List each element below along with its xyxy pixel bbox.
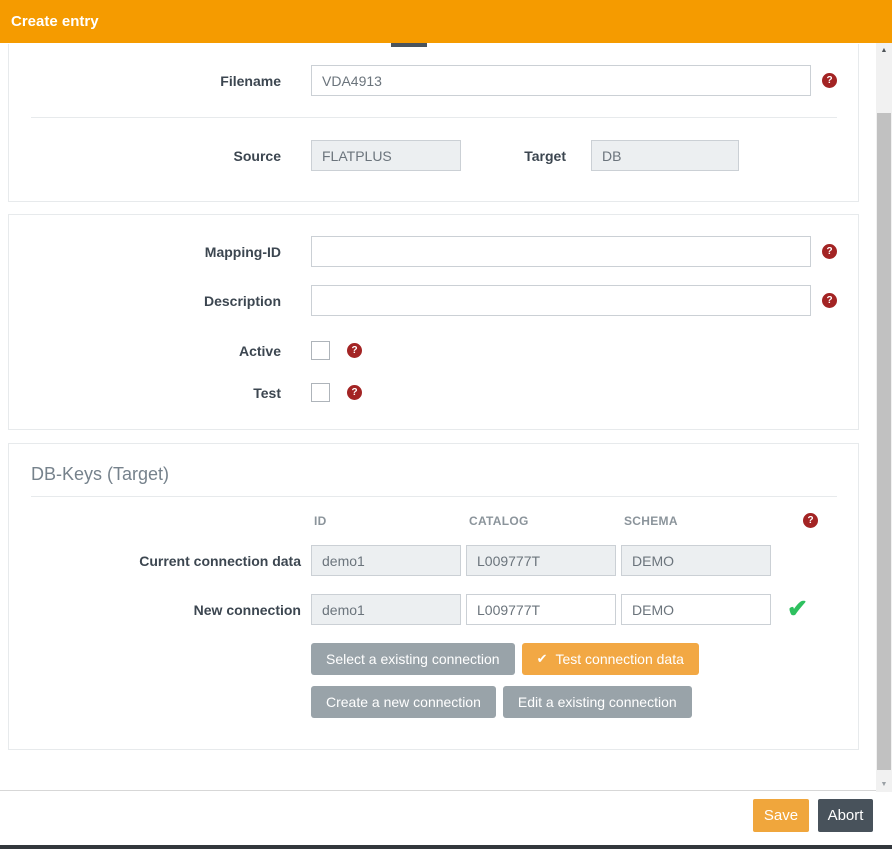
- select-existing-connection-button[interactable]: Select a existing connection: [311, 643, 515, 675]
- help-icon[interactable]: ?: [347, 385, 362, 400]
- vertical-scrollbar[interactable]: ▲ ▼: [876, 43, 892, 792]
- dialog-title: Create entry: [11, 13, 99, 30]
- active-tab-indicator: [391, 43, 427, 47]
- new-connection-label: New connection: [9, 602, 301, 618]
- save-button[interactable]: Save: [753, 799, 809, 832]
- footer-bar: Save Abort: [0, 791, 892, 845]
- form-content: Filename ? Source Target Mapping-ID ? De…: [0, 43, 876, 792]
- filename-label: Filename: [9, 73, 281, 89]
- test-checkbox[interactable]: [311, 383, 330, 402]
- scrollbar-thumb[interactable]: [877, 113, 891, 770]
- mapping-id-label: Mapping-ID: [9, 244, 281, 260]
- column-header-schema: SCHEMA: [621, 514, 776, 528]
- description-label: Description: [9, 293, 281, 309]
- test-connection-label: Test connection data: [555, 651, 683, 667]
- column-header-id: ID: [311, 514, 466, 528]
- new-id-input: [311, 594, 461, 625]
- help-icon[interactable]: ?: [822, 293, 837, 308]
- source-target-row: Source Target: [9, 140, 858, 171]
- test-label: Test: [9, 385, 281, 401]
- description-row: Description ?: [9, 285, 858, 316]
- test-row: Test ?: [9, 383, 858, 402]
- db-keys-panel: DB-Keys (Target) ID CATALOG SCHEMA ? Cur…: [8, 443, 859, 750]
- scroll-down-icon[interactable]: ▼: [876, 781, 892, 788]
- current-schema-input: [621, 545, 771, 576]
- abort-button[interactable]: Abort: [818, 799, 873, 832]
- filename-row: Filename ?: [9, 65, 858, 96]
- check-icon: ✔: [537, 651, 548, 667]
- create-new-connection-label: Create a new connection: [326, 694, 481, 710]
- new-catalog-input[interactable]: [466, 594, 616, 625]
- active-checkbox[interactable]: [311, 341, 330, 360]
- help-icon[interactable]: ?: [347, 343, 362, 358]
- scroll-up-icon[interactable]: ▲: [876, 47, 892, 54]
- new-connection-row: New connection ✔: [9, 594, 858, 625]
- current-catalog-input: [466, 545, 616, 576]
- dialog-header: Create entry: [0, 0, 892, 43]
- active-row: Active ?: [9, 341, 858, 360]
- connection-valid-check-icon: ✔: [787, 597, 808, 622]
- edit-existing-connection-label: Edit a existing connection: [518, 694, 677, 710]
- panel-divider: [31, 496, 837, 497]
- column-header-catalog: CATALOG: [466, 514, 621, 528]
- help-icon[interactable]: ?: [803, 513, 818, 528]
- description-input[interactable]: [311, 285, 811, 316]
- source-input: [311, 140, 461, 171]
- mapping-id-row: Mapping-ID ?: [9, 236, 858, 267]
- help-icon[interactable]: ?: [822, 244, 837, 259]
- panel-divider: [31, 117, 837, 118]
- target-label: Target: [461, 148, 566, 164]
- create-new-connection-button[interactable]: Create a new connection: [311, 686, 496, 718]
- new-schema-input[interactable]: [621, 594, 771, 625]
- mapping-panel: Mapping-ID ? Description ? Active ? Test…: [8, 214, 859, 430]
- db-keys-column-headers: ID CATALOG SCHEMA ?: [311, 513, 858, 528]
- file-panel: Filename ? Source Target: [8, 44, 859, 202]
- current-id-input: [311, 545, 461, 576]
- edit-existing-connection-button[interactable]: Edit a existing connection: [503, 686, 692, 718]
- active-label: Active: [9, 343, 281, 359]
- help-icon[interactable]: ?: [822, 73, 837, 88]
- connection-buttons-row-1: Select a existing connection ✔ Test conn…: [311, 643, 858, 675]
- connection-buttons-row-2: Create a new connection Edit a existing …: [311, 686, 858, 718]
- bottom-border: [0, 845, 892, 849]
- db-keys-title: DB-Keys (Target): [31, 464, 858, 485]
- current-connection-row: Current connection data: [9, 545, 858, 576]
- target-input: [591, 140, 739, 171]
- source-label: Source: [9, 148, 281, 164]
- mapping-id-input[interactable]: [311, 236, 811, 267]
- test-connection-button[interactable]: ✔ Test connection data: [522, 643, 699, 675]
- select-existing-connection-label: Select a existing connection: [326, 651, 500, 667]
- filename-input[interactable]: [311, 65, 811, 96]
- current-connection-label: Current connection data: [9, 553, 301, 569]
